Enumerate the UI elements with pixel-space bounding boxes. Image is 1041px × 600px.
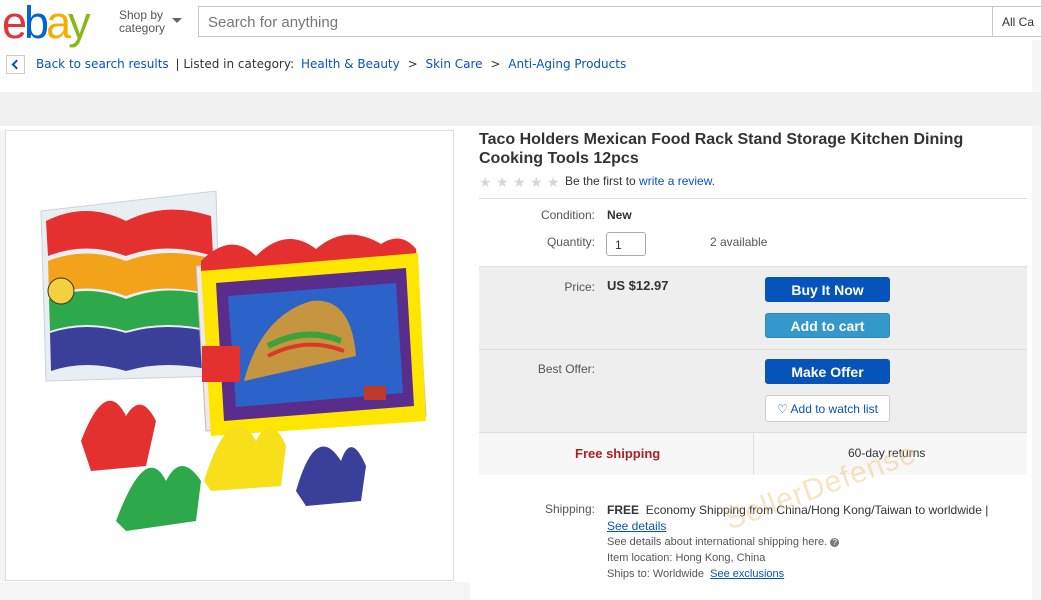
- add-to-watch-list-button[interactable]: ♡ Add to watch list: [765, 395, 890, 422]
- buy-it-now-button[interactable]: Buy It Now: [765, 277, 890, 302]
- breadcrumb-health-beauty[interactable]: Health & Beauty: [301, 57, 400, 71]
- add-to-cart-button[interactable]: Add to cart: [765, 313, 890, 338]
- search-input[interactable]: Search for anything: [198, 6, 993, 37]
- condition-label: Condition:: [540, 208, 595, 222]
- price-label: Price:: [564, 280, 595, 294]
- see-details-link[interactable]: See details: [607, 519, 666, 533]
- available-count: 2 available: [710, 235, 768, 249]
- best-offer-label: Best Offer:: [537, 362, 595, 376]
- star-icon: ★: [547, 174, 560, 190]
- price-value: US $12.97: [607, 278, 669, 293]
- see-exclusions-link[interactable]: See exclusions: [710, 568, 784, 580]
- shipping-returns-row: [479, 432, 1027, 475]
- review-prompt: Be the first to write a review.: [565, 174, 716, 188]
- shop-by-category-button[interactable]: Shop by category: [119, 9, 182, 35]
- breadcrumb: Back to search results | Listed in categ…: [36, 57, 627, 71]
- heart-icon: ♡: [777, 402, 788, 416]
- star-icon: ★: [479, 174, 492, 190]
- star-icon: ★: [513, 174, 526, 190]
- star-icon: ★: [530, 174, 543, 190]
- spacer-band: [0, 92, 1041, 126]
- write-review-link[interactable]: write a review.: [639, 174, 715, 188]
- ebay-logo[interactable]: ebay: [2, 0, 91, 46]
- help-icon[interactable]: ?: [830, 538, 840, 547]
- shipping-label: Shipping:: [544, 502, 595, 516]
- free-shipping-badge: Free shipping: [575, 446, 661, 461]
- quantity-field[interactable]: 1: [606, 232, 646, 256]
- back-arrow-icon[interactable]: [6, 55, 25, 74]
- shipping-details: FREE Economy Shipping from China/Hong Ko…: [607, 503, 989, 580]
- chevron-down-icon: [172, 18, 182, 23]
- breadcrumb-skin-care[interactable]: Skin Care: [425, 57, 482, 71]
- breadcrumb-anti-aging[interactable]: Anti-Aging Products: [508, 57, 626, 71]
- category-select[interactable]: All Ca: [992, 6, 1041, 37]
- back-to-search-link[interactable]: Back to search results: [36, 57, 169, 71]
- star-icon: ★: [496, 174, 509, 190]
- make-offer-button[interactable]: Make Offer: [765, 359, 890, 384]
- product-image[interactable]: [5, 130, 454, 581]
- quantity-label: Quantity:: [546, 235, 595, 249]
- product-title: Taco Holders Mexican Food Rack Stand Sto…: [479, 131, 964, 167]
- condition-value: New: [607, 208, 632, 222]
